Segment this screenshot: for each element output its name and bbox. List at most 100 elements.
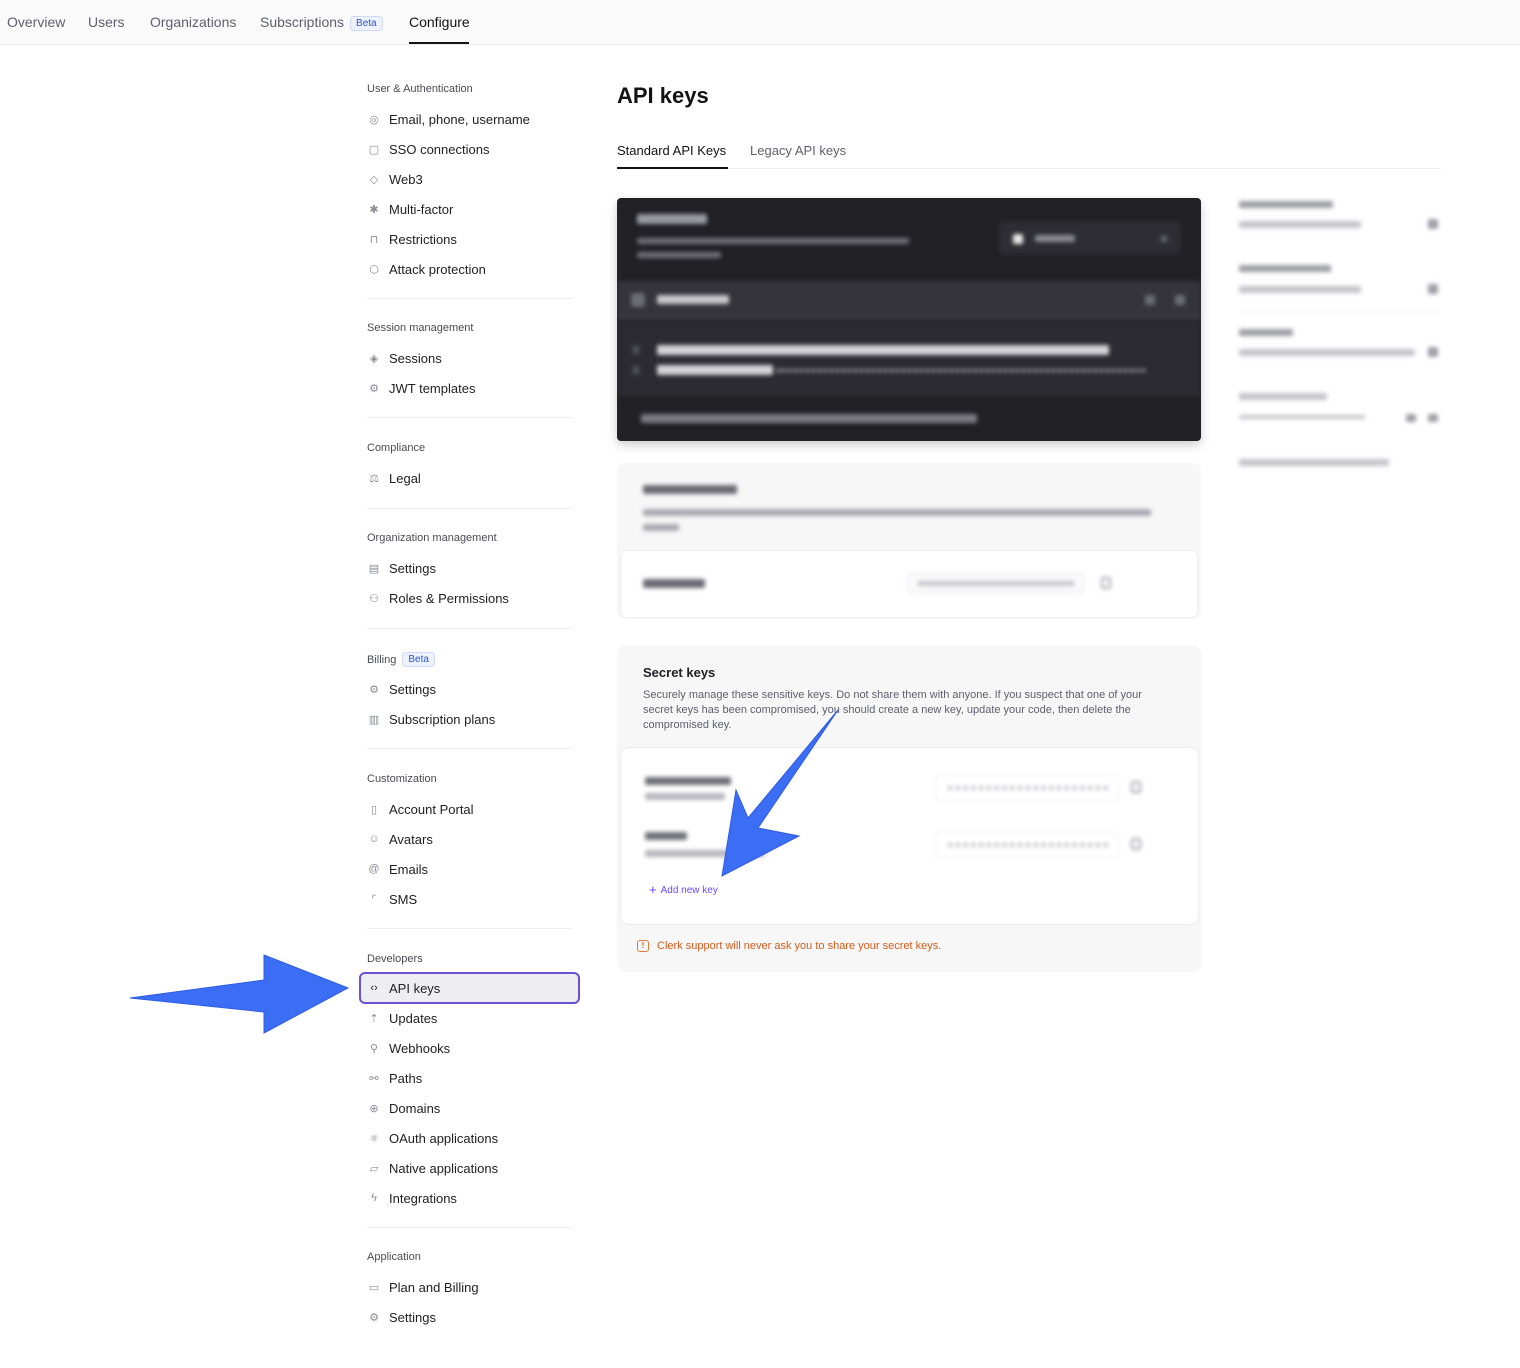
sidebar-item-email-phone-username[interactable]: ◎ Email, phone, username xyxy=(367,104,579,134)
security-warning: ! Clerk support will never ask you to sha… xyxy=(637,940,941,952)
sidebar-item-restrictions[interactable]: ⊓ Restrictions xyxy=(367,224,579,254)
tab-subscriptions[interactable]: Subscriptions Beta xyxy=(260,14,383,31)
sidebar-item-label: Email, phone, username xyxy=(389,111,530,127)
section-title-application: Application xyxy=(367,1251,421,1263)
sidebar-item-label: SSO connections xyxy=(389,141,490,157)
expand-icon[interactable] xyxy=(1175,295,1185,305)
sidebar-item-label: Native applications xyxy=(389,1160,499,1176)
sidebar-item-legal[interactable]: ⚖ Legal xyxy=(367,463,579,493)
sidebar-item-domains[interactable]: ⊕ Domains xyxy=(367,1093,579,1123)
divider xyxy=(367,928,572,929)
sidebar-item-org-settings[interactable]: ▤ Settings xyxy=(367,553,579,583)
lock-icon: ⊓ xyxy=(369,233,379,246)
roles-icon: ⚇ xyxy=(369,592,379,605)
section-title-customization: Customization xyxy=(367,773,437,785)
active-tab-indicator xyxy=(409,42,469,44)
tab-legacy-api-keys[interactable]: Legacy API keys xyxy=(750,143,846,158)
tab-standard-api-keys[interactable]: Standard API Keys xyxy=(617,143,726,158)
sidebar-item-label: Settings xyxy=(389,681,436,697)
sidebar-item-billing-settings[interactable]: ⚙ Settings xyxy=(367,674,579,704)
sidebar-item-plan-and-billing[interactable]: ▭ Plan and Billing xyxy=(367,1272,579,1302)
tab-organizations[interactable]: Organizations xyxy=(150,14,236,30)
mobile-icon: ▱ xyxy=(369,1162,379,1175)
framework-select[interactable] xyxy=(999,222,1181,254)
diamond-icon: ◇ xyxy=(369,173,379,186)
sidebar-item-web3[interactable]: ◇ Web3 xyxy=(367,164,579,194)
secret-keys-description: Securely manage these sensitive keys. Do… xyxy=(643,689,1142,731)
sidebar-item-roles-permissions[interactable]: ⚇ Roles & Permissions xyxy=(367,583,579,613)
sessions-icon: ◈ xyxy=(369,352,379,365)
sidebar-item-label: Sessions xyxy=(389,350,442,366)
sidebar-item-subscription-plans[interactable]: ▥ Subscription plans xyxy=(367,704,579,734)
sidebar-item-native-applications[interactable]: ▱ Native applications xyxy=(367,1153,579,1183)
sidebar-item-label: SMS xyxy=(389,891,418,907)
building-icon: ▤ xyxy=(368,562,380,575)
avatar-icon: ☺ xyxy=(368,833,380,845)
tab-configure[interactable]: Configure xyxy=(409,14,470,30)
beta-badge: Beta xyxy=(350,16,383,31)
sidebar-item-label: Web3 xyxy=(389,171,423,187)
active-tab-indicator xyxy=(617,167,728,169)
sidebar-item-updates[interactable]: ⇡ Updates xyxy=(367,1003,579,1033)
legal-icon: ⚖ xyxy=(369,472,379,485)
sidebar-item-label: Attack protection xyxy=(389,261,486,277)
gear-icon: ⚙ xyxy=(369,683,379,696)
section-title-user-auth: User & Authentication xyxy=(367,83,473,95)
sidebar-item-sessions[interactable]: ◈ Sessions xyxy=(367,343,579,373)
copy-icon[interactable] xyxy=(1101,577,1111,589)
sidebar-item-label: Emails xyxy=(389,861,429,877)
divider xyxy=(367,748,572,749)
divider xyxy=(367,628,572,629)
add-new-key-button[interactable]: + Add new key xyxy=(649,882,718,897)
secret-keys-title: Secret keys xyxy=(643,665,716,680)
sidebar-item-label: Account Portal xyxy=(389,801,474,817)
code-brackets-icon: ‹› xyxy=(370,982,378,994)
sidebar-item-label: Integrations xyxy=(389,1190,457,1206)
divider xyxy=(367,298,572,299)
sidebar-item-integrations[interactable]: ϟ Integrations xyxy=(367,1183,579,1213)
sidebar-item-label: Avatars xyxy=(389,831,433,847)
copy-icon[interactable] xyxy=(1131,781,1141,793)
section-title-compliance: Compliance xyxy=(367,442,426,454)
sso-icon: ▢ xyxy=(368,143,380,156)
secret-key-value[interactable] xyxy=(935,775,1119,801)
tab-users[interactable]: Users xyxy=(88,14,125,30)
fingerprint-icon: ◎ xyxy=(369,113,379,126)
file-tab-bar xyxy=(617,281,1201,319)
api-key-tabs: Standard API Keys Legacy API keys xyxy=(617,140,1441,169)
plus-icon: + xyxy=(649,882,657,897)
tab-subscriptions-label: Subscriptions xyxy=(260,14,345,30)
section-title-billing: Billing Beta xyxy=(367,652,435,667)
sidebar-item-label: Settings xyxy=(389,560,436,576)
sidebar-item-avatars[interactable]: ☺ Avatars xyxy=(367,824,579,854)
sidebar-item-paths[interactable]: ⚯ Paths xyxy=(367,1063,579,1093)
quickstart-code-card xyxy=(617,198,1201,441)
secret-key-value[interactable] xyxy=(935,832,1119,858)
sidebar-item-multi-factor[interactable]: ✱ Multi-factor xyxy=(367,194,579,224)
tab-overview[interactable]: Overview xyxy=(7,14,65,30)
sidebar-item-account-portal[interactable]: ▯ Account Portal xyxy=(367,794,579,824)
sidebar-item-label: JWT templates xyxy=(389,380,476,396)
sidebar-item-api-keys[interactable]: ‹› API keys xyxy=(359,972,580,1004)
code-block xyxy=(617,321,1201,396)
sidebar-item-label: Settings xyxy=(389,1309,436,1325)
upload-icon: ⇡ xyxy=(369,1012,379,1025)
sidebar-item-attack-protection[interactable]: ⬡ Attack protection xyxy=(367,254,579,284)
sidebar-item-sms[interactable]: ⌜ SMS xyxy=(367,884,579,914)
portal-icon: ▯ xyxy=(370,803,378,816)
sidebar-item-app-settings[interactable]: ⚙ Settings xyxy=(367,1302,579,1332)
sidebar-item-label: Restrictions xyxy=(389,231,457,247)
sidebar-item-emails[interactable]: @ Emails xyxy=(367,854,579,884)
secret-keys-list: + Add new key xyxy=(621,748,1198,924)
sidebar-item-webhooks[interactable]: ⚲ Webhooks xyxy=(367,1033,579,1063)
card-icon: ▭ xyxy=(368,1281,380,1294)
sidebar-item-jwt-templates[interactable]: ⚙ JWT templates xyxy=(367,373,579,403)
copy-icon[interactable] xyxy=(1131,838,1141,850)
copy-icon[interactable] xyxy=(1145,295,1155,305)
sidebar-item-oauth-applications[interactable]: ⚛ OAuth applications xyxy=(367,1123,579,1153)
paths-icon: ⚯ xyxy=(369,1072,379,1085)
section-title-organization-management: Organization management xyxy=(367,532,497,544)
security-warning-text: Clerk support will never ask you to shar… xyxy=(657,940,942,952)
sidebar-item-sso-connections[interactable]: ▢ SSO connections xyxy=(367,134,579,164)
publishable-key-value[interactable] xyxy=(907,573,1085,593)
